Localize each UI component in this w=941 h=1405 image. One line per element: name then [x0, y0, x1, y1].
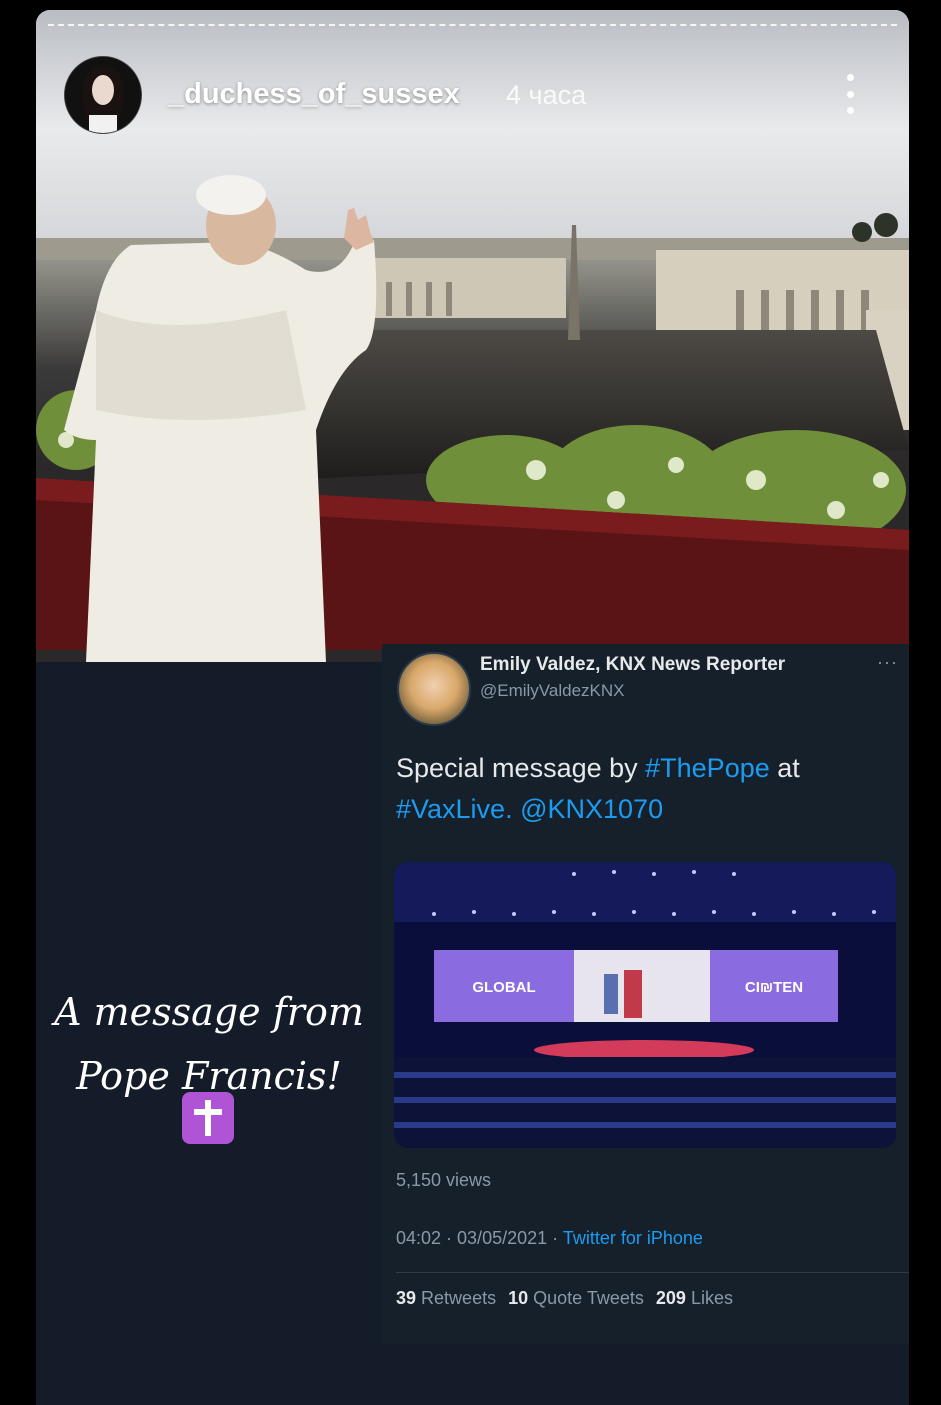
- retweets-label[interactable]: Retweets: [421, 1288, 496, 1308]
- latin-cross-icon: [182, 1092, 234, 1144]
- tweet-more-icon[interactable]: ···: [877, 652, 898, 673]
- hashtag-vaxlive-link[interactable]: #VaxLive.: [396, 794, 513, 824]
- quote-tweets-label[interactable]: Quote Tweets: [533, 1288, 644, 1308]
- likes-count[interactable]: 209: [656, 1288, 686, 1308]
- quote-tweets-count[interactable]: 10: [508, 1288, 528, 1308]
- tweet-card[interactable]: Emily Valdez, KNX News Reporter @EmilyVa…: [382, 644, 909, 1344]
- tweet-media-video[interactable]: GLOBAL CI₪TEN: [394, 862, 896, 1148]
- story-photo: [36, 10, 909, 662]
- tweet-author-avatar[interactable]: [397, 652, 471, 726]
- caption-line-1: A message from: [54, 990, 364, 1034]
- tweet-time: 04:02 · 03/05/2021 ·: [396, 1228, 563, 1248]
- profile-avatar[interactable]: [64, 56, 142, 134]
- tweet-divider: [396, 1272, 909, 1273]
- screen-label-citizen: CI₪TEN: [745, 979, 803, 996]
- story-progress-bar: [48, 24, 897, 29]
- likes-label[interactable]: Likes: [691, 1288, 733, 1308]
- retweets-count[interactable]: 39: [396, 1288, 416, 1308]
- more-options-icon[interactable]: [842, 74, 858, 114]
- story-timestamp: 4 часа: [506, 80, 587, 110]
- tweet-author-name[interactable]: Emily Valdez, KNX News Reporter: [480, 654, 785, 676]
- screen-label-global: GLOBAL: [472, 979, 535, 996]
- tweet-meta: 04:02 · 03/05/2021 · Twitter for iPhone: [396, 1228, 703, 1249]
- story-card: _duchess_of_sussex 4 часа Emily Valdez, …: [36, 10, 909, 1405]
- tweet-text-prefix: Special message by: [396, 753, 646, 783]
- story-caption: A message from Pope Francis!: [36, 980, 382, 1108]
- tweet-text: Special message by #ThePope at #VaxLive. …: [396, 748, 886, 830]
- mention-knx1070-link[interactable]: @KNX1070: [520, 794, 663, 824]
- hashtag-thepope-link[interactable]: #ThePope: [645, 753, 770, 783]
- tweet-text-mid: at: [769, 753, 800, 783]
- tweet-views: 5,150 views: [396, 1170, 492, 1190]
- tweet-source-link[interactable]: Twitter for iPhone: [563, 1228, 703, 1248]
- tweet-stats: 39 Retweets 10 Quote Tweets 209 Likes: [396, 1288, 733, 1309]
- tweet-author-handle[interactable]: @EmilyValdezKNX: [480, 681, 624, 701]
- story-username[interactable]: _duchess_of_sussex: [168, 78, 460, 111]
